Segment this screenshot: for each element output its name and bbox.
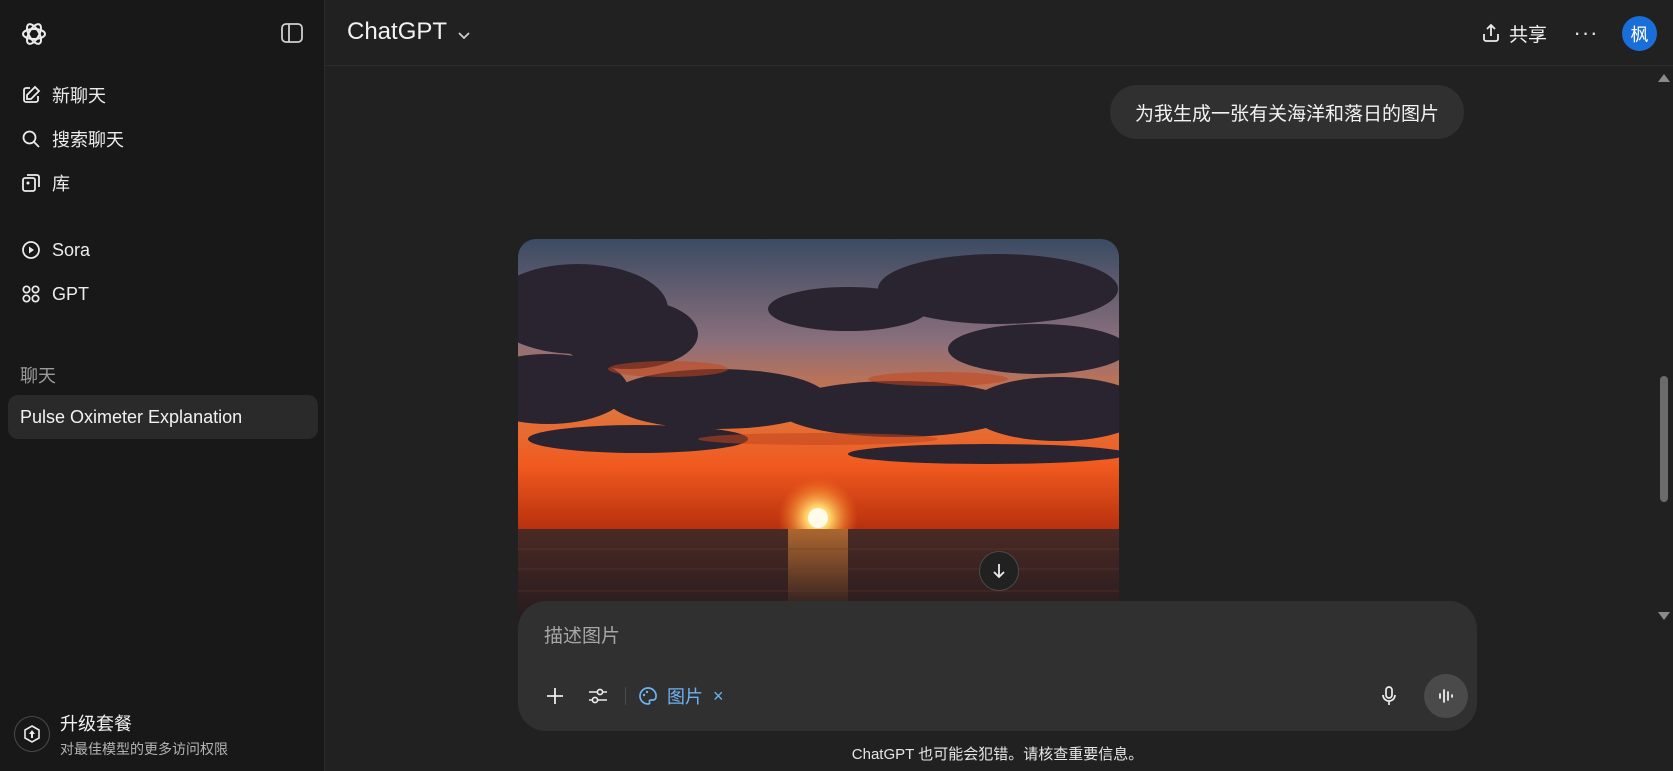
conversation-area: 为我生成一张有关海洋和落日的图片 描述图片 图片 × ChatGPT 也可能会犯… bbox=[325, 66, 1673, 771]
chatgpt-app: 新聊天 搜索聊天 库 Sora GPT 聊天 Pulse Oximeter Ex… bbox=[0, 0, 1673, 771]
sidebar-item-gpt[interactable]: GPT bbox=[10, 275, 315, 313]
share-label: 共享 bbox=[1509, 24, 1548, 46]
chat-history-label: Pulse Oximeter Explanation bbox=[20, 406, 243, 427]
arrow-down-icon bbox=[993, 564, 1005, 579]
share-button[interactable]: 共享 bbox=[1481, 16, 1547, 50]
sidebar-item-label: GPT bbox=[52, 283, 90, 304]
message-composer: 描述图片 图片 × bbox=[518, 601, 1477, 731]
sidebar-item-label: 库 bbox=[52, 174, 70, 194]
openai-logo-icon[interactable] bbox=[20, 20, 48, 48]
tools-button[interactable] bbox=[585, 683, 611, 709]
image-tool-label: 图片 bbox=[667, 687, 703, 707]
sidebar-item-label: 新聊天 bbox=[52, 86, 106, 106]
upgrade-badge-icon bbox=[14, 716, 50, 752]
model-name: ChatGPT bbox=[347, 18, 448, 45]
library-icon bbox=[20, 172, 42, 194]
sidebar-item-library[interactable]: 库 bbox=[10, 164, 315, 202]
scrollbar-thumb[interactable] bbox=[1660, 376, 1668, 502]
chat-history-item[interactable]: Pulse Oximeter Explanation bbox=[8, 395, 318, 439]
sidebar-item-label: 搜索聊天 bbox=[52, 130, 124, 150]
chats-section-label: 聊天 bbox=[20, 366, 56, 386]
sidebar-item-sora[interactable]: Sora bbox=[10, 231, 315, 269]
top-bar: ChatGPT 共享 ··· 枫 bbox=[325, 0, 1673, 66]
sidebar-toggle-icon[interactable] bbox=[280, 22, 304, 44]
user-message-bubble: 为我生成一张有关海洋和落日的图片 bbox=[1110, 85, 1465, 139]
play-circle-icon bbox=[20, 239, 42, 261]
plus-icon bbox=[547, 688, 563, 704]
upgrade-subtitle: 对最佳模型的更多访问权限 bbox=[60, 740, 228, 757]
scrollbar[interactable] bbox=[1655, 66, 1673, 771]
voice-mode-button[interactable] bbox=[1424, 674, 1468, 718]
voice-waveform-icon bbox=[1439, 689, 1453, 703]
search-icon bbox=[20, 128, 42, 150]
sliders-icon bbox=[589, 688, 607, 704]
upgrade-title: 升级套餐 bbox=[60, 713, 132, 734]
scroll-down-arrow-icon[interactable] bbox=[1658, 612, 1670, 620]
microphone-icon bbox=[1382, 686, 1396, 705]
grid-icon bbox=[20, 283, 42, 305]
dictate-button[interactable] bbox=[1376, 683, 1402, 709]
upgrade-plan-button[interactable]: 升级套餐 对最佳模型的更多访问权限 bbox=[14, 708, 314, 760]
prompt-input[interactable]: 描述图片 bbox=[544, 621, 620, 648]
composer-divider bbox=[625, 687, 626, 705]
avatar[interactable]: 枫 bbox=[1622, 16, 1657, 51]
sidebar-item-new-chat[interactable]: 新聊天 bbox=[10, 76, 315, 114]
paint-brush-icon bbox=[637, 685, 659, 707]
share-icon bbox=[1481, 23, 1501, 43]
model-selector[interactable]: ChatGPT bbox=[347, 16, 471, 48]
scroll-up-arrow-icon[interactable] bbox=[1658, 74, 1670, 82]
sidebar: 新聊天 搜索聊天 库 Sora GPT 聊天 Pulse Oximeter Ex… bbox=[0, 0, 325, 771]
add-attachment-button[interactable] bbox=[542, 683, 568, 709]
remove-tool-button[interactable]: × bbox=[713, 686, 724, 707]
sidebar-item-search-chats[interactable]: 搜索聊天 bbox=[10, 120, 315, 158]
chevron-down-icon bbox=[457, 20, 471, 48]
disclaimer-text: ChatGPT 也可能会犯错。请核查重要信息。 bbox=[851, 746, 1144, 763]
image-tool-chip[interactable]: 图片 × bbox=[637, 681, 724, 711]
more-options-button[interactable]: ··· bbox=[1571, 18, 1601, 48]
edit-icon bbox=[20, 84, 42, 106]
scroll-to-bottom-button[interactable] bbox=[979, 551, 1019, 591]
sidebar-item-label: Sora bbox=[52, 239, 91, 260]
